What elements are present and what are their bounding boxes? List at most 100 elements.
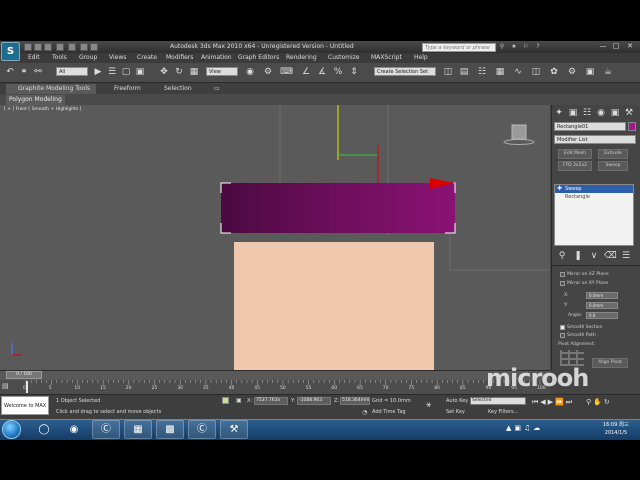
configure-sets-icon[interactable]: ☰ (620, 250, 632, 262)
align-icon[interactable]: ▤ (458, 66, 470, 78)
select-manipulate-icon[interactable]: ⚙ (262, 66, 274, 78)
set-key-button[interactable]: Set Key (446, 409, 465, 415)
layer-manager-icon[interactable]: ☷ (476, 66, 488, 78)
render-setup-icon[interactable]: ⚙ (566, 66, 578, 78)
box-object[interactable] (234, 242, 434, 370)
add-time-tag[interactable]: Add Time Tag (372, 409, 406, 415)
time-tag-icon[interactable]: ◔ (362, 409, 367, 416)
system-tray-icons[interactable]: ▲▣♫☁ (506, 424, 543, 432)
curve-editor-icon[interactable]: ∿ (512, 66, 524, 78)
3dsmax-task-icon-2[interactable]: Ⓒ (188, 420, 216, 439)
pin-stack-icon[interactable]: ⚲ (556, 250, 568, 262)
percent-snap-icon[interactable]: % (332, 66, 344, 78)
undo-tool-icon[interactable]: ↶ (4, 66, 16, 78)
hold-icon[interactable] (80, 43, 88, 51)
remove-modifier-icon[interactable]: ⌫ (604, 250, 617, 262)
display-tab-icon[interactable]: ▣ (609, 107, 621, 119)
search-input[interactable]: Type a keyword or phrase (422, 43, 496, 52)
absolute-mode-icon[interactable]: ▣ (236, 397, 242, 404)
menu-graph-editors[interactable]: Graph Editors (238, 54, 279, 61)
x-offset-spinner[interactable]: 0.0mm (586, 292, 618, 299)
time-slider-thumb[interactable]: 0 / 100 (6, 371, 42, 379)
make-unique-icon[interactable]: ∨ (588, 250, 600, 262)
key-icon[interactable]: ⚹ (426, 400, 431, 410)
communication-icon[interactable]: ⚐ (522, 43, 530, 51)
create-tab-icon[interactable]: ✦ (553, 107, 565, 119)
rendered-frame-icon[interactable]: ▣ (584, 66, 596, 78)
x-coord-field[interactable]: 7537.763n (254, 397, 288, 405)
minimize-icon[interactable]: — (598, 42, 608, 51)
key-mode-dropdown[interactable]: Selected (470, 397, 526, 405)
tab-freeform[interactable]: Freeform (114, 84, 141, 94)
unlink-icon[interactable]: ⚯ (32, 66, 44, 78)
tab-selection[interactable]: Selection (164, 84, 192, 94)
mirror-icon[interactable]: ◫ (442, 66, 454, 78)
extrude-button[interactable]: Extrude (598, 149, 628, 159)
stack-expand-icon[interactable]: ✚ (557, 185, 562, 192)
ribbon-options-icon[interactable]: ▭ (214, 84, 220, 94)
close-icon[interactable]: ✕ (625, 42, 635, 51)
viewcube[interactable] (511, 124, 527, 140)
save-file-icon[interactable] (44, 43, 52, 51)
object-color-swatch[interactable] (628, 122, 636, 131)
open-file-icon[interactable] (34, 43, 42, 51)
angle-snap-icon[interactable]: ∡ (316, 66, 328, 78)
menu-views[interactable]: Views (109, 54, 126, 61)
edit-mesh-button[interactable]: Edit Mesh (558, 149, 592, 159)
key-filters-button[interactable]: Key Filters... (488, 409, 518, 415)
modify-tab-icon[interactable]: ▣ (567, 107, 579, 119)
tab-graphite-modeling-tools[interactable]: Graphite Modeling Tools (18, 84, 90, 94)
menu-help[interactable]: Help (414, 54, 428, 61)
window-crossing-icon[interactable]: ▣ (134, 66, 146, 78)
track-bar[interactable] (0, 380, 550, 394)
selection-lock-icon[interactable] (222, 397, 229, 404)
menu-rendering[interactable]: Rendering (286, 54, 317, 61)
new-file-icon[interactable] (24, 43, 32, 51)
snaps-toggle-icon[interactable]: ∠ (300, 66, 312, 78)
y-coord-field[interactable]: -1088.963 (297, 397, 331, 405)
hierarchy-tab-icon[interactable]: ☷ (581, 107, 593, 119)
search-icon[interactable]: ⚲ (498, 43, 506, 51)
stack-item-sweep[interactable]: Sweep (555, 185, 633, 193)
y-offset-spinner[interactable]: 0.0mm (586, 302, 618, 309)
smooth-path-checkbox[interactable] (560, 333, 565, 338)
mirror-xz-checkbox[interactable] (560, 272, 565, 277)
menu-maxscript[interactable]: MAXScript (371, 54, 402, 61)
notes-task-icon[interactable]: ▩ (156, 420, 184, 439)
utilities-tab-icon[interactable]: ⚒ (623, 107, 635, 119)
named-selection-dropdown[interactable]: Create Selection Set (374, 67, 436, 76)
mirror-xy-checkbox[interactable] (560, 281, 565, 286)
taskbar-clock[interactable]: 16:09 周三 2014/1/5 (596, 421, 636, 437)
pdf-task-icon[interactable]: ▦ (124, 420, 152, 439)
motion-tab-icon[interactable]: ◉ (595, 107, 607, 119)
menu-tools[interactable]: Tools (52, 54, 67, 61)
material-editor-icon[interactable]: ✿ (548, 66, 560, 78)
viewport-front[interactable] (0, 105, 550, 370)
show-end-result-icon[interactable]: ❚ (572, 250, 584, 262)
time-slider[interactable] (0, 370, 550, 380)
maximize-icon[interactable]: □ (611, 42, 621, 51)
3dsmax-task-icon[interactable]: Ⓒ (92, 420, 120, 439)
graphite-toggle-icon[interactable]: ▦ (494, 66, 506, 78)
sweep-button[interactable]: Sweep (598, 161, 628, 171)
fetch-icon[interactable] (90, 43, 98, 51)
redo-icon[interactable] (68, 43, 76, 51)
angle-spinner[interactable]: 0.0 (586, 312, 618, 319)
sweep-object[interactable] (221, 183, 455, 233)
subscription-icon[interactable]: ★ (510, 43, 518, 51)
select-by-name-icon[interactable]: ☰ (106, 66, 118, 78)
render-production-icon[interactable]: ☕ (602, 66, 614, 78)
align-pivot-button[interactable]: Align Pivot (592, 358, 628, 368)
tool-task-icon[interactable]: ⚒ (220, 420, 248, 439)
menu-edit[interactable]: Edit (28, 54, 40, 61)
start-button[interactable] (2, 420, 21, 439)
keyboard-shortcut-icon[interactable]: ⌨ (280, 66, 293, 78)
menu-customize[interactable]: Customize (328, 54, 360, 61)
modifier-list-dropdown[interactable]: Modifier List (554, 135, 636, 144)
browser-icon[interactable]: ◉ (60, 420, 88, 439)
menu-modifiers[interactable]: Modifiers (166, 54, 193, 61)
menu-create[interactable]: Create (137, 54, 157, 61)
menu-group[interactable]: Group (79, 54, 97, 61)
pivot-center-icon[interactable]: ◉ (244, 66, 256, 78)
reference-coord-dropdown[interactable]: View (206, 67, 238, 76)
